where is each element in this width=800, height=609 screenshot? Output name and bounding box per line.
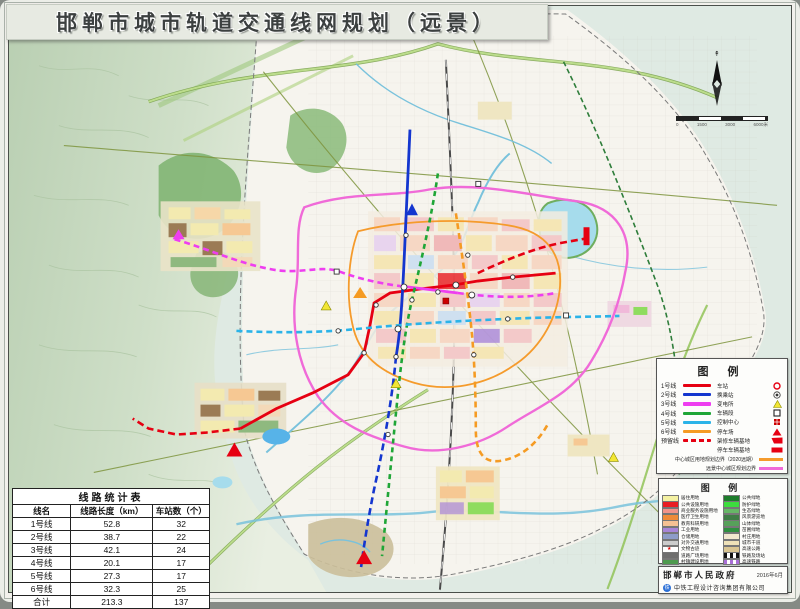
scale-tick: 6000米 bbox=[753, 122, 768, 128]
landuse-label: 工业用地 bbox=[681, 527, 699, 533]
scale-tick: 1500 bbox=[697, 122, 707, 128]
legend-symbol-row: 车站 bbox=[717, 381, 783, 390]
landuse-label: 铁路及场站 bbox=[742, 553, 765, 559]
col-header-line: 线名 bbox=[13, 505, 71, 518]
map-date: 2016年6月 bbox=[757, 571, 783, 579]
rail-legend-title: 图 例 bbox=[661, 363, 783, 379]
landuse-label: 山体绿地 bbox=[742, 521, 760, 527]
landuse-label: 医疗卫生用地 bbox=[681, 514, 709, 520]
landuse-label: 高速铁路 bbox=[742, 559, 760, 565]
north-arrow-icon: ↟ bbox=[700, 48, 734, 112]
landuse-label: 防护绿地 bbox=[742, 502, 760, 508]
landuse-label: 风景游览地 bbox=[742, 514, 765, 520]
legend-line-row: 2号线 bbox=[661, 390, 717, 399]
legend-symbol-row: 换乘站 bbox=[717, 390, 783, 399]
rail-legend-lines-column: 1号线 2号线 3号线 4号线 5号线 6号线 预留线 bbox=[661, 381, 717, 455]
legend-symbol-row: 停车车辆基地 bbox=[717, 445, 783, 454]
line3-swatch bbox=[683, 402, 711, 405]
rail-legend-symbols-column: 车站 换乘站 变电所 车辆段 控制中心 停车场 架修车辆基地 停车车辆基地 bbox=[717, 381, 783, 455]
scale-bar: 0 1500 3000 6000米 bbox=[676, 112, 768, 126]
table-row: 合计213.3137 bbox=[13, 596, 210, 609]
legend-line-row: 预留线 bbox=[661, 436, 717, 445]
boundary-2020-swatch bbox=[759, 458, 783, 460]
landuse-label: 苗圃绿地 bbox=[742, 527, 760, 533]
reserved-line-swatch bbox=[683, 439, 711, 442]
company-name: 中铁工程设计咨询集团有限公司 bbox=[674, 583, 765, 592]
landuse-label: 高速公路 bbox=[742, 546, 760, 552]
landuse-label: 道路广场用地 bbox=[681, 553, 709, 559]
line2-swatch bbox=[683, 393, 711, 396]
scale-bar-graphic bbox=[676, 116, 768, 121]
depot-icon bbox=[771, 409, 783, 417]
legend-boundary-row: 远景中心城区规划边界 bbox=[661, 465, 783, 473]
legend-symbol-row: 控制中心 bbox=[717, 418, 783, 427]
scale-tick: 0 bbox=[676, 122, 679, 128]
map-sheet: 邯郸市城市轨道交通线网规划（远景） ↟ 0 1500 3000 6000米 图 … bbox=[0, 0, 800, 602]
legend-line-row: 1号线 bbox=[661, 381, 717, 390]
legend-line-row: 4号线 bbox=[661, 409, 717, 418]
landuse-label: 文物古迹 bbox=[681, 546, 699, 552]
substation-icon bbox=[771, 400, 783, 408]
control-center-icon bbox=[771, 418, 783, 426]
legend-line-row: 6号线 bbox=[661, 427, 717, 436]
landuse-right-column: 公共绿地防护绿地生态绿地风景游览地山体绿地苗圃绿地村庄用地城市干道高速公路铁路及… bbox=[723, 495, 784, 565]
landuse-label: 公共绿地 bbox=[742, 495, 760, 501]
line1-swatch bbox=[683, 384, 711, 387]
lu-right-swatch-10 bbox=[723, 559, 740, 566]
legend-symbol-row: 架修车辆基地 bbox=[717, 436, 783, 445]
stabling-base-icon bbox=[771, 447, 783, 453]
table-row: 3号线42.124 bbox=[13, 544, 210, 557]
table-row: 1号线52.832 bbox=[13, 518, 210, 531]
legend-line-row: 3号线 bbox=[661, 399, 717, 408]
overhaul-base-icon bbox=[771, 437, 783, 444]
landuse-left-column: 居住用地公共设施用地商业服务设施用地医疗卫生用地教育科研用地工业用地仓储用地对外… bbox=[662, 495, 723, 565]
scale-tick: 3000 bbox=[725, 122, 735, 128]
parking-lot-icon bbox=[771, 428, 783, 436]
map-title-plate: 邯郸市城市轨道交通线网规划（远景） bbox=[6, 4, 548, 40]
station-icon bbox=[771, 382, 783, 390]
svg-text:↟: ↟ bbox=[714, 50, 720, 58]
government-name: 邯郸市人民政府 bbox=[663, 569, 737, 581]
table-row: 6号线32.325 bbox=[13, 583, 210, 596]
landuse-legend-row: 村镇建设用地 bbox=[662, 559, 723, 565]
legend-symbol-row: 停车场 bbox=[717, 427, 783, 436]
legend-symbol-row: 车辆段 bbox=[717, 409, 783, 418]
transfer-station-icon bbox=[771, 391, 783, 399]
landuse-legend-panel: 图 例 居住用地公共设施用地商业服务设施用地医疗卫生用地教育科研用地工业用地仓储… bbox=[658, 478, 788, 564]
line4-swatch bbox=[683, 412, 711, 415]
landuse-label: 仓储用地 bbox=[681, 534, 699, 540]
attribution-panel: 邯郸市人民政府 2016年6月 铁 中铁工程设计咨询集团有限公司 bbox=[658, 566, 788, 594]
legend-symbol-row: 变电所 bbox=[717, 399, 783, 408]
rail-legend-panel: 图 例 1号线 2号线 3号线 4号线 5号线 6号线 预留线 车站 换乘站 变… bbox=[656, 358, 788, 474]
legend-boundary-row: 中心城区用地规划边界（2020远期） bbox=[661, 456, 783, 464]
table-row: 2号线38.722 bbox=[13, 531, 210, 544]
landuse-legend-title: 图 例 bbox=[662, 481, 784, 494]
boundary-future-swatch bbox=[759, 467, 783, 469]
table-row: 4号线20.117 bbox=[13, 557, 210, 570]
col-header-length: 线路长度（km） bbox=[71, 505, 153, 518]
lu-left-swatch-10 bbox=[662, 559, 679, 566]
page-title: 邯郸市城市轨道交通线网规划（远景） bbox=[56, 7, 498, 37]
company-logo-icon: 铁 bbox=[663, 584, 671, 592]
col-header-stations: 车站数（个） bbox=[153, 505, 210, 518]
legend-line-row: 5号线 bbox=[661, 418, 717, 427]
stats-table-title: 线路统计表 bbox=[13, 489, 210, 505]
landuse-label: 村镇建设用地 bbox=[681, 559, 709, 565]
line-statistics-table: 线路统计表 线名 线路长度（km） 车站数（个） 1号线52.832 2号线38… bbox=[12, 488, 210, 609]
landuse-label: 居住用地 bbox=[681, 495, 699, 501]
line6-swatch bbox=[683, 430, 711, 433]
table-row: 5号线27.317 bbox=[13, 570, 210, 583]
line5-swatch bbox=[683, 421, 711, 424]
landuse-label: 公共设施用地 bbox=[681, 502, 709, 508]
landuse-label: 村庄用地 bbox=[742, 534, 760, 540]
landuse-legend-row: 高速铁路 bbox=[723, 559, 784, 565]
landuse-label: 教育科研用地 bbox=[681, 521, 709, 527]
